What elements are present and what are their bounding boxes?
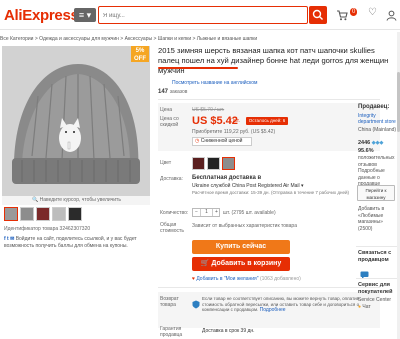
wishlist-count: (1063 добавлено) <box>259 276 301 282</box>
search-icon <box>312 9 323 20</box>
delivery-label: Доставка: <box>160 176 183 182</box>
zoom-hint-bar: 🔍 Наведите курсор, чтобы увеличить <box>2 196 150 205</box>
total-value: Зависит от выбранных характеристик товар… <box>192 223 297 229</box>
cart-icon <box>337 10 348 21</box>
color-label: Цвет <box>160 160 172 166</box>
guarantee-label: Гарантия продавца <box>160 326 183 338</box>
beanie-photo <box>2 46 150 196</box>
returns-text: Если товар не соответствует описанию, вы… <box>202 296 378 314</box>
cart-button[interactable] <box>336 8 348 26</box>
sale-price-label: Цена со скидкой <box>160 116 179 128</box>
returns-label: Возврат товара <box>160 296 179 308</box>
zoom-hint: Наведите курсор, чтобы увеличить <box>39 197 121 203</box>
account-button[interactable] <box>386 8 397 26</box>
divider <box>356 278 398 279</box>
days-left-badge: Осталось дней: 6 <box>246 117 288 125</box>
wishlist-row: ♥ Добавить в "Мои желания" (1063 добавле… <box>192 276 301 282</box>
orders-label: заказов <box>169 89 188 95</box>
seller-label: Продавец: <box>358 104 390 110</box>
add-favorite-store-link[interactable]: Добавить в «Любимые магазины» (2500) <box>358 206 398 232</box>
customer-service-title: Сервис для покупателей <box>358 282 393 295</box>
share-icons[interactable]: f t ✉ <box>4 236 16 242</box>
bulk-price: Приобретите 119,22 руб. (US $5.42) <box>192 129 276 135</box>
quantity-value[interactable]: 1 <box>202 209 211 216</box>
old-price: US $5.70 / шт. <box>192 107 225 113</box>
thumbnail[interactable] <box>68 207 82 221</box>
seller-name[interactable]: Integrity department store <box>358 113 398 125</box>
search-input[interactable] <box>103 10 283 21</box>
bulk-price-button[interactable]: ◷ Сниженной ценой <box>192 137 252 146</box>
seller-name-link[interactable]: Integrity department store <box>358 113 396 125</box>
service-center-label: Service Center <box>358 297 392 303</box>
categories-menu-button[interactable]: ≡ ▾ <box>74 8 96 22</box>
search-button[interactable] <box>309 6 327 24</box>
color-swatch[interactable] <box>192 157 205 170</box>
diamond-rating-icon: ◆◆◆ <box>371 140 384 146</box>
zoom-icon: 🔍 <box>32 197 40 203</box>
wishlist-heart-icon[interactable]: ♡ <box>368 7 377 18</box>
delivery-value: Бесплатная доставка в <box>192 175 262 181</box>
seller-positive-label: положительных отзывов <box>358 155 395 168</box>
quantity-available: шт. (2795 шт. available) <box>223 210 276 216</box>
add-to-cart-button[interactable]: 🛒 Добавить в корзину <box>192 257 290 271</box>
divider <box>158 99 380 100</box>
thumbnail[interactable] <box>4 207 18 221</box>
color-swatch[interactable] <box>207 157 220 170</box>
product-title: 2015 зимняя шерсть вязаная шапка кот пат… <box>158 46 389 75</box>
seller-rating: 2446 ◆◆◆ <box>358 140 383 146</box>
bulk-note: Сниженной ценой <box>200 138 243 144</box>
shield-icon <box>192 296 200 314</box>
thumbnail[interactable] <box>36 207 50 221</box>
returns-more-link[interactable]: Подробнее <box>260 307 286 313</box>
divider <box>356 246 398 247</box>
view-english-title-link[interactable]: Посмотреть название на английском <box>172 80 258 86</box>
item-id: Идентификатор товара 32462307320 <box>4 226 91 232</box>
quantity-label: Количество: <box>160 210 189 216</box>
discount-badge: 5% OFF <box>131 46 149 62</box>
dropdown-arrow-icon[interactable]: ▾ <box>301 183 304 189</box>
discount-off-label: OFF <box>134 56 146 62</box>
product-main-image[interactable] <box>2 46 150 196</box>
discount-percent: 5% <box>135 48 145 54</box>
cart-icon: 🛒 <box>200 260 212 267</box>
cart-count-badge: 0 <box>350 8 358 16</box>
add-to-wishlist-link[interactable]: Добавить в "Мои желания" <box>196 276 258 282</box>
contact-seller-title: Связаться с продавцом <box>358 250 392 263</box>
seller-rating-count: 2446 <box>358 140 371 146</box>
user-icon <box>386 10 397 21</box>
total-label: Общая стоимость <box>160 222 184 234</box>
share-promo: f t ✉ Войдите на сайт, поделитесь ссылко… <box>4 236 150 249</box>
guarantee-text: Доставка в срок 39 дн. <box>202 328 255 334</box>
divider <box>158 287 380 288</box>
title-underline-mark <box>158 67 238 69</box>
visit-store-button[interactable]: Перейти к магазину <box>357 185 395 201</box>
delivery-time: Расчётное время доставки: 15-39 дн. (Отп… <box>192 190 350 195</box>
seller-positive: 95.6% <box>358 148 374 154</box>
delivery-detail: Ukraine службой China Post Registered Ai… <box>192 183 304 189</box>
aliexpress-logo[interactable]: AliExpress <box>4 7 79 24</box>
search-box <box>98 6 308 24</box>
delivery-detail-text: Ukraine службой China Post Registered Ai… <box>192 183 300 189</box>
buy-now-button[interactable]: Купить сейчас <box>192 240 290 254</box>
chat-label: Чат <box>362 304 371 310</box>
thumbnail[interactable] <box>20 207 34 221</box>
quantity-stepper[interactable]: − 1 + <box>192 208 220 217</box>
seller-country: China (Mainland) <box>358 127 397 133</box>
orders-count: 147 <box>158 89 169 95</box>
color-swatch[interactable] <box>222 157 235 170</box>
breadcrumb[interactable]: Все Категории > Одежда и аксессуары для … <box>0 36 400 44</box>
thumbnail[interactable] <box>52 207 66 221</box>
add-to-cart-label: Добавить в корзину <box>211 260 282 267</box>
price-label: Цена <box>160 107 173 113</box>
price-unit: / шт. <box>230 118 240 124</box>
plus-icon[interactable]: + <box>212 209 220 216</box>
share-text: Войдите на сайт, поделитесь ссылкой, и у… <box>4 236 137 249</box>
header: AliExpress ≡ ▾ 0 ♡ <box>0 0 400 30</box>
chat-button[interactable]: ● Чат <box>358 304 371 310</box>
orders-count-row: 147 заказов <box>158 89 187 95</box>
minus-icon[interactable]: − <box>193 209 201 216</box>
